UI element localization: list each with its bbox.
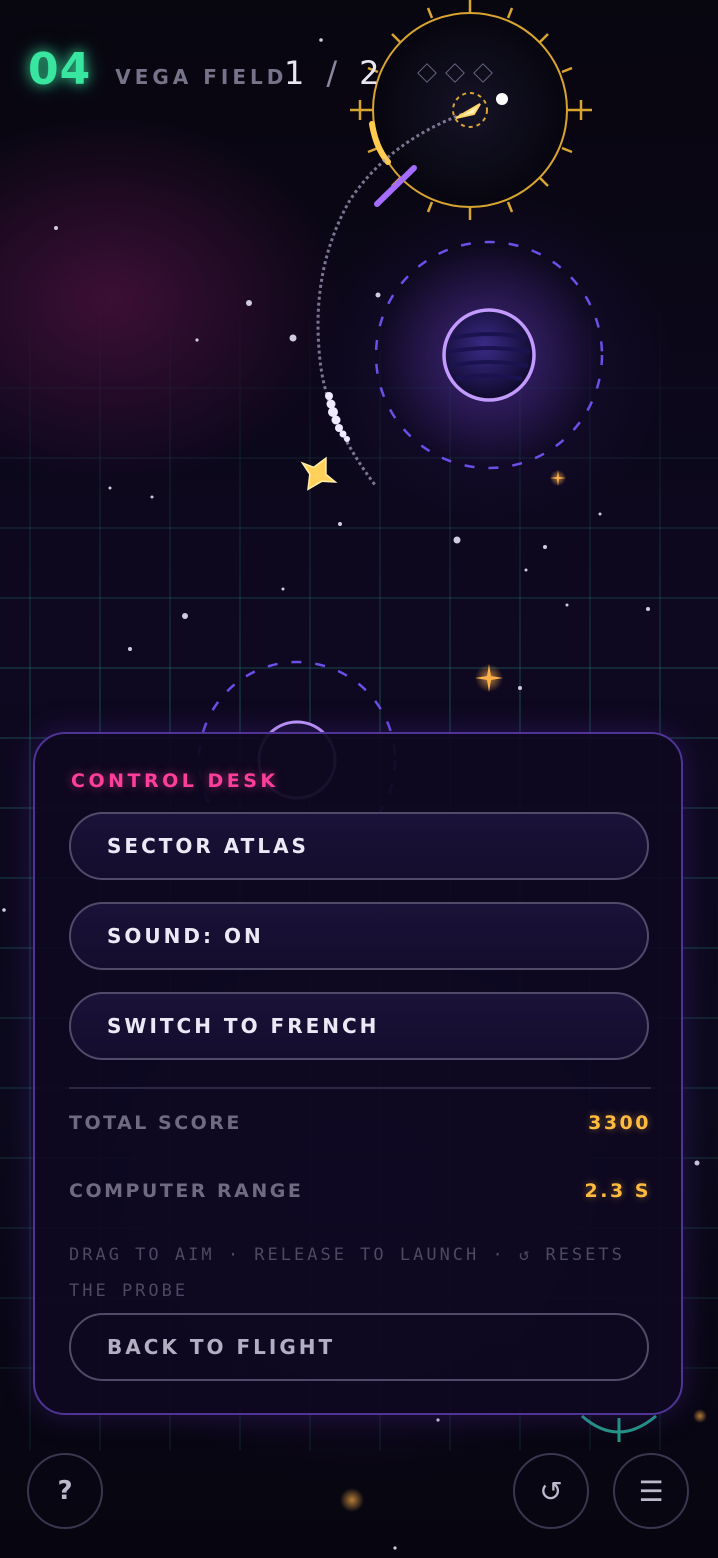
computer-range-label: COMPUTER RANGE [69,1180,304,1202]
collectible-star-icon [300,456,338,491]
progress-separator: / [326,54,338,92]
sector-atlas-button[interactable]: SECTOR ATLAS [69,812,649,880]
back-to-flight-button[interactable]: BACK TO FLIGHT [69,1313,649,1381]
gem-indicators [417,63,493,83]
panel-title: CONTROL DESK [71,770,279,792]
help-button[interactable]: ? [27,1453,103,1529]
wave-progress: 1 / 2 [284,54,380,92]
menu-button[interactable]: ☰ [613,1453,689,1529]
progress-current: 1 [284,54,305,92]
computer-range-value: 2.3 S [584,1180,651,1202]
total-score-row: TOTAL SCORE 3300 [69,1112,651,1134]
game-scene[interactable]: 04 VEGA FIELD 1 / 2 CONTROL DESK SECTOR … [0,0,718,1558]
reset-button[interactable]: ↺ [513,1453,589,1529]
total-score-label: TOTAL SCORE [69,1112,242,1134]
teal-gate-icon [581,1414,657,1442]
diamond-outline-icon [445,63,465,83]
language-switch-button[interactable]: SWITCH TO FRENCH [69,992,649,1060]
level-hud: 04 VEGA FIELD [28,44,287,95]
computer-range-row: COMPUTER RANGE 2.3 S [69,1180,651,1202]
menu-icon: ☰ [638,1474,664,1508]
diamond-outline-icon [417,63,437,83]
probe-trail [325,392,350,442]
help-label: ? [57,1476,73,1506]
field-name: VEGA FIELD [115,65,288,89]
total-score-value: 3300 [588,1112,651,1134]
diamond-outline-icon [473,63,493,83]
progress-total: 2 [359,54,380,92]
planet-icon [442,308,536,402]
sound-toggle-button[interactable]: SOUND: ON [69,902,649,970]
level-number: 04 [28,44,92,95]
reset-icon: ↺ [539,1474,563,1508]
control-desk-panel: CONTROL DESK SECTOR ATLAS SOUND: ON SWIT… [33,732,683,1415]
controls-hint: DRAG TO AIM · RELEASE TO LAUNCH · ↺ RESE… [69,1245,625,1301]
divider [69,1087,651,1089]
